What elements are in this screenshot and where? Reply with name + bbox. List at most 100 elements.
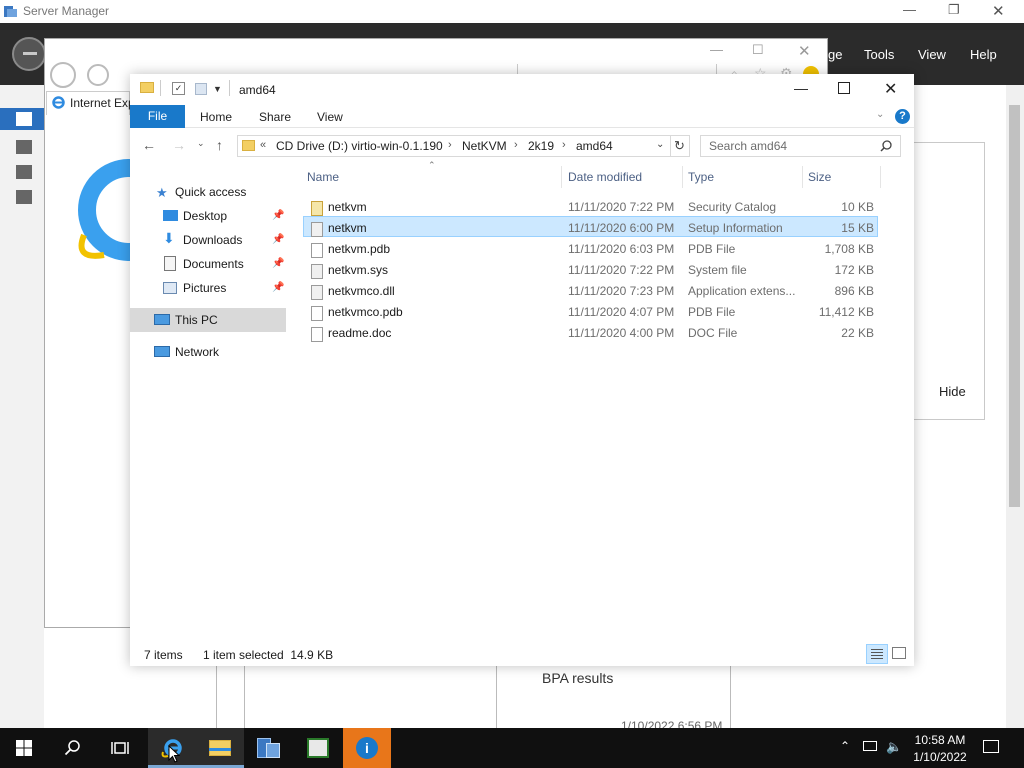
mouse-cursor-icon xyxy=(168,745,180,763)
pin-icon[interactable]: 📌 xyxy=(272,282,284,293)
pin-icon[interactable]: 📌 xyxy=(272,258,284,269)
server-manager-sidebar xyxy=(0,85,44,728)
clock-time[interactable]: 10:58 AM xyxy=(912,733,968,747)
column-header-date[interactable]: Date modified xyxy=(568,170,642,184)
volume-muted-icon[interactable]: 🔈 xyxy=(886,739,902,755)
blank-file-icon xyxy=(311,306,323,321)
tab-share[interactable]: Share xyxy=(259,110,291,124)
show-hidden-icons-chevron-icon[interactable]: ⌃ xyxy=(840,739,850,753)
minimize-icon[interactable]: — xyxy=(794,80,808,96)
clock-date[interactable]: 1/10/2022 xyxy=(912,750,968,764)
nav-quick-access[interactable]: Quick access xyxy=(175,185,246,199)
address-folder-icon xyxy=(242,140,255,151)
search-icon[interactable] xyxy=(64,739,81,756)
network-status-icon[interactable] xyxy=(863,741,877,751)
file-explorer-folder-stripe xyxy=(209,748,231,751)
local-server-icon[interactable] xyxy=(16,140,32,154)
setup-info-icon xyxy=(311,222,323,237)
dashboard-icon xyxy=(16,112,32,126)
nav-downloads[interactable]: Downloads xyxy=(183,233,242,247)
pin-icon[interactable]: 📌 xyxy=(272,210,284,221)
nav-documents[interactable]: Documents xyxy=(183,257,244,271)
divider xyxy=(160,80,161,96)
this-pc-icon xyxy=(154,314,170,325)
column-header-size[interactable]: Size xyxy=(808,170,831,184)
forward-arrow-icon[interactable]: → xyxy=(172,137,186,153)
nav-desktop[interactable]: Desktop xyxy=(183,209,227,223)
ie-minimize-icon[interactable]: — xyxy=(710,42,723,57)
close-icon[interactable]: ✕ xyxy=(992,2,1005,20)
recent-locations-chevron-icon[interactable]: ⌄ xyxy=(197,138,205,149)
ie-back-icon[interactable] xyxy=(50,62,76,88)
scrollbar-thumb[interactable] xyxy=(1009,105,1020,507)
details-view-icon[interactable] xyxy=(866,644,888,664)
notifications-icon[interactable] xyxy=(983,740,999,753)
breadcrumb-separator-icon[interactable]: › xyxy=(448,139,452,151)
nav-network[interactable]: Network xyxy=(175,345,219,359)
new-folder-icon[interactable] xyxy=(195,83,207,95)
search-placeholder[interactable]: Search amd64 xyxy=(709,139,787,153)
breadcrumb-item[interactable]: CD Drive (D:) virtio-win-0.1.190 xyxy=(276,139,443,153)
taskbar-app[interactable] xyxy=(294,728,342,768)
expand-ribbon-chevron-icon[interactable]: ⌄ xyxy=(876,109,884,120)
nav-pictures[interactable]: Pictures xyxy=(183,281,226,295)
back-arrow-icon[interactable]: ← xyxy=(142,137,156,153)
ie-forward-icon[interactable] xyxy=(87,64,109,86)
search-icon[interactable] xyxy=(880,140,892,152)
column-divider[interactable] xyxy=(880,166,881,188)
file-size: 1,708 KB xyxy=(824,242,874,256)
breadcrumb-item[interactable]: 2k19 xyxy=(528,139,554,153)
close-icon[interactable]: ✕ xyxy=(884,79,897,99)
hide-link[interactable]: Hide xyxy=(939,384,966,399)
file-explorer-window[interactable] xyxy=(130,74,914,666)
status-selection: 1 item selected 14.9 KB xyxy=(203,648,334,662)
menu-help[interactable]: Help xyxy=(970,47,997,62)
bpa-results-label[interactable]: BPA results xyxy=(542,670,613,686)
file-type: Security Catalog xyxy=(688,200,777,214)
breadcrumb-item[interactable]: NetKVM xyxy=(462,139,507,153)
file-services-icon[interactable] xyxy=(16,190,32,204)
tab-file[interactable]: File xyxy=(130,105,185,128)
menu-tools[interactable]: Tools xyxy=(864,47,894,62)
breadcrumb-separator-icon[interactable]: › xyxy=(562,139,566,151)
ie-close-icon[interactable]: ✕ xyxy=(798,42,811,60)
back-arrow-icon[interactable] xyxy=(12,37,46,71)
column-header-name[interactable]: Name xyxy=(307,170,339,184)
minimize-icon[interactable]: — xyxy=(903,2,916,17)
pin-icon[interactable]: 📌 xyxy=(272,234,284,245)
file-name: netkvm xyxy=(328,200,367,214)
breadcrumb-separator-icon[interactable]: › xyxy=(514,139,518,151)
breadcrumb-overflow[interactable]: « xyxy=(260,139,266,151)
address-dropdown-icon[interactable]: ⌄ xyxy=(656,139,664,150)
breadcrumb-item[interactable]: amd64 xyxy=(576,139,613,153)
maximize-icon[interactable] xyxy=(838,82,850,94)
ie-tab-icon xyxy=(52,96,65,109)
file-name: netkvm.sys xyxy=(328,263,389,277)
file-name: netkvmco.pdb xyxy=(328,305,403,319)
large-icons-view-icon[interactable] xyxy=(892,647,906,659)
taskbar-server-manager[interactable] xyxy=(244,728,292,768)
taskbar-file-explorer[interactable] xyxy=(196,728,244,768)
column-divider[interactable] xyxy=(682,166,683,188)
nav-this-pc[interactable]: This PC xyxy=(175,313,218,327)
quick-access-dropdown-icon[interactable]: ▼ xyxy=(213,84,222,94)
help-icon[interactable]: ? xyxy=(895,109,910,124)
column-header-type[interactable]: Type xyxy=(688,170,714,184)
taskbar-internet-explorer[interactable] xyxy=(148,728,196,768)
all-servers-icon[interactable] xyxy=(16,165,32,179)
column-divider[interactable] xyxy=(802,166,803,188)
menu-view[interactable]: View xyxy=(918,47,946,62)
task-view-icon[interactable] xyxy=(111,740,129,756)
windows-start-icon[interactable] xyxy=(16,740,32,756)
restore-icon[interactable]: ❐ xyxy=(948,2,960,18)
properties-check-icon[interactable]: ✓ xyxy=(172,82,185,95)
tab-home[interactable]: Home xyxy=(200,110,232,124)
tab-view[interactable]: View xyxy=(317,110,343,124)
menu-manage[interactable]: ge xyxy=(828,47,842,62)
up-arrow-icon[interactable]: ↑ xyxy=(216,137,223,153)
ie-tab-label[interactable]: Internet Exp xyxy=(70,96,130,110)
taskbar-info-app[interactable]: i xyxy=(343,728,391,768)
refresh-icon[interactable]: ↻ xyxy=(674,138,685,154)
column-divider[interactable] xyxy=(561,166,562,188)
ie-maximize-icon[interactable]: ☐ xyxy=(752,42,764,58)
